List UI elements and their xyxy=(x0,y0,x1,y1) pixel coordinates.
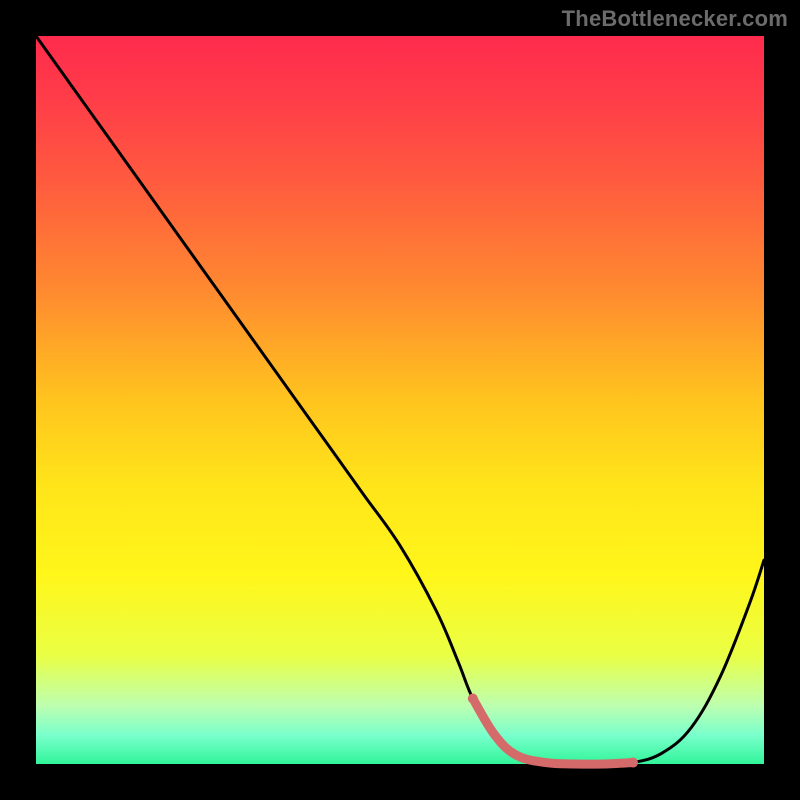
sweet-spot-endcap-0 xyxy=(468,693,478,703)
sweet-spot-endcap-1 xyxy=(628,758,638,768)
chart-background xyxy=(36,36,764,764)
chart-stage: TheBottlenecker.com xyxy=(0,0,800,800)
bottleneck-chart xyxy=(0,0,800,800)
